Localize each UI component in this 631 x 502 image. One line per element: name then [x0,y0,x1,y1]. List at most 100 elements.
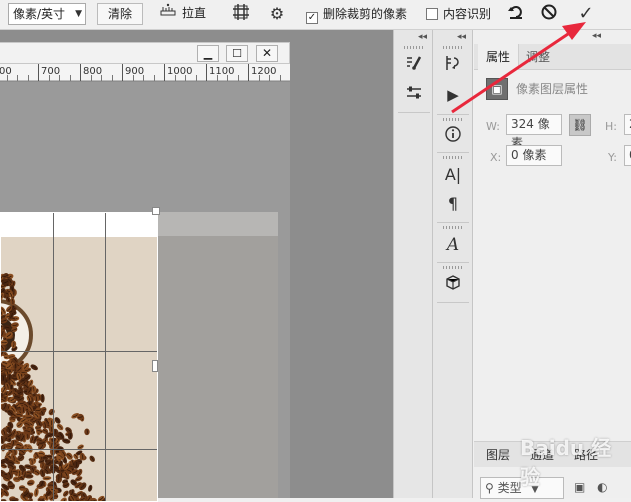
maximize-icon: ☐ [232,47,242,60]
panel-strip-2: ◂◂ ▶ A| ¶ A [433,30,473,498]
glyphs-icon[interactable]: A [441,234,465,256]
ruler-minor-tick [279,75,281,81]
tab-layers[interactable]: 图层 [486,442,510,468]
x-field[interactable]: 0 像素 [506,145,562,166]
layer-properties-label: 像素图层属性 [516,82,589,96]
ruler-minor-tick [174,75,176,81]
divider [437,114,469,115]
history-icon[interactable] [441,54,465,76]
play-actions-icon[interactable]: ▶ [441,84,465,106]
grip-handle[interactable] [443,118,463,121]
watermark: Baidu 经验 [520,436,612,489]
tab-properties[interactable]: 属性 [478,44,520,70]
ruler-minor-tick [185,75,186,81]
grid-overlay-icon[interactable] [230,3,252,25]
ruler-minor-tick [269,75,270,81]
w-label: W: [486,120,500,133]
search-icon: ⚲ [485,481,494,495]
brush-settings-icon[interactable] [402,54,426,76]
ruler-label: 1200 [251,66,277,77]
tab-adjustments[interactable]: 调整 [518,44,558,70]
grip-handle[interactable] [443,156,463,159]
gear-icon[interactable]: ⚙ [266,3,288,25]
adjustment-sliders-icon[interactable] [402,84,426,106]
workspace-margin [290,64,393,498]
3d-cube-icon[interactable] [441,274,465,296]
ruler-label: 900 [125,66,145,77]
width-field[interactable]: 324 像素 [506,114,562,150]
grip-handle[interactable] [404,46,424,49]
filter-type-label: 类型 [497,481,522,495]
panel-header: ◂◂ [474,30,631,44]
info-icon[interactable] [441,125,465,147]
ruler-minor-tick [237,75,239,81]
ruler-minor-tick [48,75,50,81]
divider [437,222,469,223]
ruler-tick [80,64,81,81]
ruler-tick [164,64,165,81]
crop-shield-top [158,212,278,236]
minimize-button[interactable]: ▁ [197,45,219,62]
ruler-minor-tick [101,75,102,81]
checkbox-checked-icon: ✓ [306,12,318,24]
document-area: ▁ ☐ ✕ 00 700 800 900 1000 1100 1200 [0,30,393,502]
panel-tabs: 属性 调整 [474,44,631,70]
straighten-label: 拉直 [182,6,207,20]
delete-cropped-checkbox[interactable]: ✓ 删除裁剪的像素 [306,4,407,24]
ruler-minor-tick [153,75,155,81]
document-window-bar: ▁ ☐ ✕ [0,42,290,64]
ruler-minor-tick [143,75,144,81]
crop-grid-line [105,213,106,501]
chevron-down-icon: ▼ [75,9,82,19]
ruler-label: 800 [83,66,103,77]
maximize-button[interactable]: ☐ [226,45,248,62]
ruler-minor-tick [216,75,218,81]
ruler-tick [38,64,39,81]
grip-handle[interactable] [443,46,463,49]
collapse-icon[interactable]: ◂◂ [457,32,466,42]
close-button[interactable]: ✕ [256,45,278,62]
canvas-top-strip [1,213,157,237]
ruler-minor-tick [90,75,92,81]
content-aware-checkbox[interactable]: 内容识别 [426,4,491,24]
canvas-workspace[interactable] [0,82,290,502]
reset-icon[interactable] [505,3,527,25]
y-label: Y: [608,151,617,164]
ruler-minor-tick [6,75,8,81]
divider [437,262,469,263]
ruler-tick [206,64,207,81]
collapse-icon[interactable]: ◂◂ [418,32,427,42]
paragraph-icon[interactable]: ¶ [441,193,465,215]
ruler-minor-tick [59,75,60,81]
crop-box[interactable] [0,212,158,502]
grip-handle[interactable] [443,266,463,269]
unit-select[interactable]: 像素/英寸 ▼ [8,3,86,25]
clear-button[interactable]: 清除 [97,3,143,25]
coffee-beans-image [1,273,106,501]
adjustment-filter-icon[interactable]: ◐ [597,480,607,494]
content-aware-label: 内容识别 [443,7,492,21]
commit-icon[interactable]: ✓ [575,3,597,25]
image-filter-icon[interactable]: ▣ [574,480,585,494]
grip-handle[interactable] [443,226,463,229]
divider [437,152,469,153]
divider [437,302,469,303]
h-label: H: [605,120,617,133]
divider [398,112,430,113]
ruler-minor-tick [17,75,18,81]
crop-grid-line [1,351,157,352]
link-dimensions-button[interactable]: ⛓ [569,114,591,136]
character-icon[interactable]: A| [441,164,465,186]
ruler-tick [122,64,123,81]
ruler-minor-tick [258,75,260,81]
crop-handle-right[interactable] [152,360,158,372]
straighten-icon [158,3,178,23]
ruler-minor-tick [69,75,71,81]
crop-handle-top-right[interactable] [152,207,160,215]
y-field[interactable]: 0 [624,145,631,166]
horizontal-ruler[interactable]: 00 700 800 900 1000 1100 1200 [0,64,290,81]
height-field[interactable]: 2 [624,114,631,135]
straighten-button[interactable]: 拉直 [158,3,238,25]
collapse-icon[interactable]: ◂◂ [592,31,601,41]
cancel-icon[interactable] [538,3,560,25]
